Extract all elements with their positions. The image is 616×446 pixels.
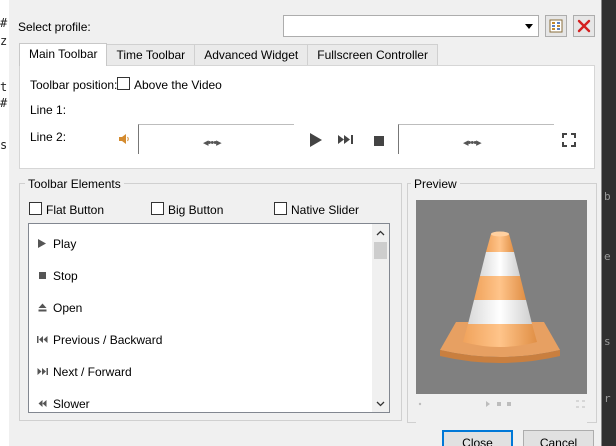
line1-label: Line 1: bbox=[30, 103, 67, 117]
slider-handle-icon: ◂•••▸ bbox=[203, 137, 222, 149]
scroll-thumb[interactable] bbox=[374, 242, 387, 259]
above-video-checkbox[interactable] bbox=[117, 77, 130, 90]
editor-fragment: r bbox=[604, 392, 611, 405]
toolbar-editor-dialog: Select profile: Main Toolbar Time Toolba… bbox=[9, 0, 602, 446]
eject-icon bbox=[36, 301, 48, 313]
tab-fullscreen-controller[interactable]: Fullscreen Controller bbox=[307, 44, 438, 66]
list-item-label: Play bbox=[53, 237, 77, 251]
preview-controls bbox=[416, 394, 587, 424]
tab-main-toolbar[interactable]: Main Toolbar bbox=[19, 43, 108, 66]
next-icon[interactable] bbox=[338, 134, 354, 148]
edit-profile-icon bbox=[549, 19, 563, 33]
profile-select[interactable] bbox=[283, 15, 539, 37]
editor-fragment: b bbox=[604, 190, 611, 203]
seek-slider[interactable]: ◂•••▸ bbox=[138, 124, 294, 154]
list-item-slower[interactable]: Slower bbox=[29, 386, 373, 412]
list-item-label: Stop bbox=[53, 269, 78, 283]
list-item-label: Open bbox=[53, 301, 83, 315]
preview-image bbox=[416, 200, 587, 394]
list-item-play[interactable]: Play bbox=[29, 226, 373, 258]
vlc-cone-logo bbox=[440, 231, 560, 363]
profile-label: Select profile: bbox=[18, 20, 91, 34]
line2-dropzone[interactable]: ◂•••▸ ◂•••▸ bbox=[116, 122, 586, 162]
editor-fragment: z bbox=[0, 34, 8, 48]
close-button[interactable]: Close bbox=[442, 430, 513, 446]
stop-icon bbox=[36, 269, 48, 281]
editor-fragment: # bbox=[0, 16, 8, 30]
slider-handle-icon: ◂•••▸ bbox=[463, 137, 482, 149]
list-item-stop[interactable]: Stop bbox=[29, 258, 373, 290]
fullscreen-icon[interactable] bbox=[562, 133, 576, 150]
list-item-open[interactable]: Open bbox=[29, 290, 373, 322]
cancel-button[interactable]: Cancel bbox=[523, 430, 594, 446]
list-item-label: Next / Forward bbox=[53, 365, 132, 379]
tab-bar: Main Toolbar Time Toolbar Advanced Widge… bbox=[19, 43, 438, 66]
list-item-label: Previous / Backward bbox=[53, 333, 163, 347]
editor-fragment: s bbox=[604, 335, 611, 348]
background-editor-right: b e s r bbox=[602, 0, 616, 446]
list-item-label: Slower bbox=[53, 397, 90, 411]
line2-label: Line 2: bbox=[30, 130, 67, 144]
edit-profile-button[interactable] bbox=[545, 15, 567, 37]
volume-icon[interactable] bbox=[118, 133, 130, 148]
toolbar-elements-list[interactable]: Play Stop Open Previous / Backward Next … bbox=[28, 223, 390, 413]
play-icon[interactable] bbox=[309, 132, 323, 151]
toolbar-position-label: Toolbar position: bbox=[30, 78, 118, 92]
flat-button-checkbox[interactable] bbox=[29, 202, 42, 215]
list-item-previous[interactable]: Previous / Backward bbox=[29, 322, 373, 354]
native-slider-label: Native Slider bbox=[291, 203, 360, 217]
big-button-label: Big Button bbox=[168, 203, 224, 217]
scroll-down-icon[interactable] bbox=[372, 395, 389, 412]
list-item-next[interactable]: Next / Forward bbox=[29, 354, 373, 386]
delete-profile-button[interactable] bbox=[573, 15, 595, 37]
next-icon bbox=[36, 365, 48, 377]
previous-icon bbox=[36, 333, 48, 345]
volume-slider[interactable]: ◂•••▸ bbox=[398, 124, 554, 154]
tab-time-toolbar[interactable]: Time Toolbar bbox=[106, 44, 196, 66]
play-icon bbox=[36, 237, 48, 249]
delete-profile-icon bbox=[577, 19, 591, 33]
slower-icon bbox=[36, 397, 48, 409]
scroll-up-icon[interactable] bbox=[372, 224, 389, 241]
editor-fragment: s bbox=[0, 138, 8, 152]
preview-title: Preview bbox=[411, 177, 460, 191]
editor-fragment: t bbox=[0, 80, 8, 94]
chevron-down-icon bbox=[525, 24, 533, 29]
stop-icon[interactable] bbox=[374, 135, 384, 149]
background-editor-left: # z t # s bbox=[0, 0, 9, 446]
editor-fragment: # bbox=[0, 96, 8, 110]
line1-dropzone[interactable] bbox=[116, 96, 586, 120]
editor-fragment: e bbox=[604, 250, 611, 263]
above-video-label: Above the Video bbox=[134, 78, 222, 92]
flat-button-label: Flat Button bbox=[46, 203, 105, 217]
list-scrollbar[interactable] bbox=[372, 224, 389, 412]
toolbar-elements-title: Toolbar Elements bbox=[25, 177, 124, 191]
big-button-checkbox[interactable] bbox=[151, 202, 164, 215]
profile-row: Select profile: bbox=[9, 14, 601, 38]
main-toolbar-panel: Toolbar position: Above the Video Line 1… bbox=[19, 65, 595, 169]
tab-advanced-widget[interactable]: Advanced Widget bbox=[194, 44, 309, 66]
native-slider-checkbox[interactable] bbox=[274, 202, 287, 215]
